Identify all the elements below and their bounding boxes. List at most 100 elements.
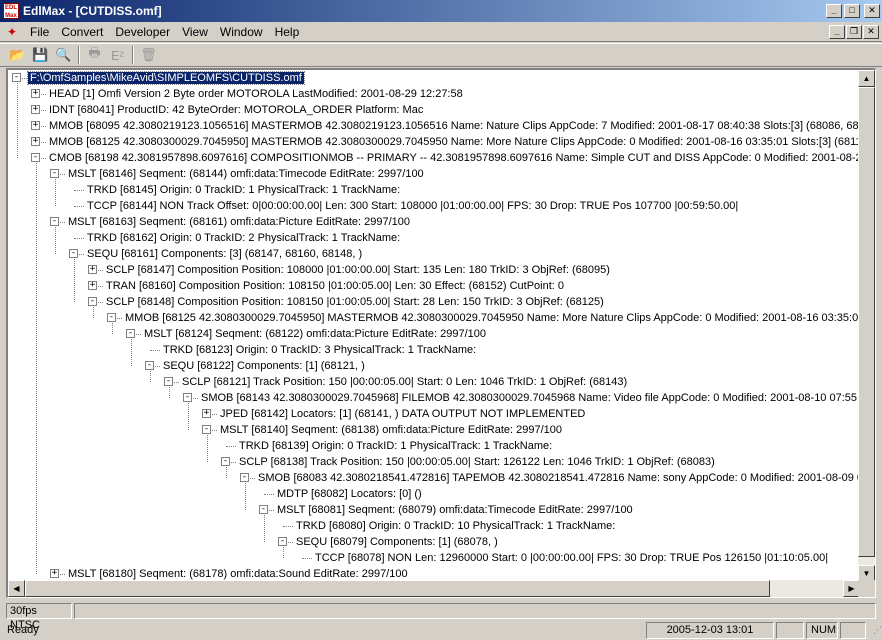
tree-node[interactable]: SEQU [68122] Components: [1] (68121, ) xyxy=(161,358,367,374)
horizontal-scroll-thumb[interactable] xyxy=(25,580,770,597)
preview-icon[interactable]: 🔍 xyxy=(52,44,75,66)
scroll-up-button[interactable]: ▲ xyxy=(858,70,875,87)
horizontal-scrollbar[interactable]: ◀ ▶ xyxy=(8,580,860,597)
tree-node-label: TRAN [68160] Composition Position: 10815… xyxy=(106,280,565,292)
tree-node[interactable]: TRKD [68139] Origin: 0 TrackID: 1 Physic… xyxy=(237,438,554,454)
tree-connector xyxy=(36,163,37,574)
menu-window[interactable]: Window xyxy=(214,23,269,41)
save-icon[interactable]: 💾 xyxy=(29,44,52,66)
toolbar-separator xyxy=(132,46,134,64)
tree-node[interactable]: SMOB [68083 42.3080218541.472816] TAPEMO… xyxy=(256,470,860,486)
tree-node[interactable]: SCLP [68121] Track Position: 150 |00:00:… xyxy=(180,374,629,390)
menu-items: File Convert Developer View Window Help xyxy=(24,23,305,41)
document-icon[interactable]: ✦ xyxy=(4,24,20,40)
collapse-icon[interactable]: - xyxy=(107,313,116,322)
collapse-icon[interactable]: - xyxy=(221,457,230,466)
collapse-icon[interactable]: - xyxy=(126,329,135,338)
tree-node[interactable]: TRAN [68160] Composition Position: 10815… xyxy=(104,278,566,294)
mdi-minimize-button[interactable]: _ xyxy=(829,24,845,39)
tree-node[interactable]: SCLP [68138] Track Position: 150 |00:00:… xyxy=(237,454,717,470)
tree-node[interactable]: MMOB [68095 42.3080219123.1056516] MASTE… xyxy=(47,118,860,134)
collapse-icon[interactable]: - xyxy=(69,249,78,258)
tree-node[interactable]: CMOB [68198 42.3081957898.6097616] COMPO… xyxy=(47,150,860,166)
menu-view[interactable]: View xyxy=(176,23,214,41)
menu-file[interactable]: File xyxy=(24,23,55,41)
mdi-restore-button[interactable]: ❐ xyxy=(846,24,862,39)
mdi-close-button[interactable]: ✕ xyxy=(863,24,879,39)
tree-node[interactable]: TRKD [68162] Origin: 0 TrackID: 2 Physic… xyxy=(85,230,402,246)
omf-tree[interactable]: - F:\OmfSamples\MikeAvid\SIMPLEOMFS\CUTDI… xyxy=(8,70,860,582)
tree-connector xyxy=(55,179,56,206)
tree-node[interactable]: MMOB [68125 42.3080300029.7045950] MASTE… xyxy=(47,134,860,150)
tree-node[interactable]: IDNT [68041] ProductID: 42 ByteOrder: MO… xyxy=(47,102,425,118)
print-icon[interactable]: 🖶 xyxy=(83,44,106,66)
expand-icon[interactable]: + xyxy=(31,137,40,146)
tree-node-label: CMOB [68198 42.3081957898.6097616] COMPO… xyxy=(49,152,860,164)
menu-developer[interactable]: Developer xyxy=(109,23,176,41)
trash-icon[interactable]: 🗑 xyxy=(137,44,160,66)
tree-node-label: SEQU [68122] Components: [1] (68121, ) xyxy=(163,360,365,372)
tree-node[interactable]: SEQU [68079] Components: [1] (68078, ) xyxy=(294,534,500,550)
tree-connector xyxy=(302,558,312,559)
tree-node[interactable]: MSLT [68140] Seqment: (68138) omfi:data:… xyxy=(218,422,564,438)
tree-node[interactable]: TRKD [68123] Origin: 0 TrackID: 3 Physic… xyxy=(161,342,478,358)
scroll-left-button[interactable]: ◀ xyxy=(8,580,25,597)
tree-node[interactable]: TCCP [68078] NON Len: 12960000 Start: 0 … xyxy=(313,550,830,566)
tree-node[interactable]: SCLP [68147] Composition Position: 10800… xyxy=(104,262,612,278)
open-icon[interactable]: 📂 xyxy=(6,44,29,66)
tree-node[interactable]: F:\OmfSamples\MikeAvid\SIMPLEOMFS\CUTDIS… xyxy=(27,70,305,86)
tree-node[interactable]: MMOB [68125 42.3080300029.7045950] MASTE… xyxy=(123,310,860,326)
collapse-icon[interactable]: - xyxy=(50,169,59,178)
expand-icon[interactable]: + xyxy=(31,89,40,98)
tree-node[interactable]: MSLT [68124] Seqment: (68122) omfi:data:… xyxy=(142,326,488,342)
collapse-icon[interactable]: - xyxy=(240,473,249,482)
minimize-button[interactable]: _ xyxy=(826,4,842,18)
window-title: EdlMax - [CUTDISS.omf] xyxy=(23,4,162,18)
resize-grip[interactable]: ⋰ xyxy=(868,623,882,637)
collapse-icon[interactable]: - xyxy=(31,153,40,162)
collapse-icon[interactable]: - xyxy=(12,73,21,82)
collapse-icon[interactable]: - xyxy=(183,393,192,402)
tree-node[interactable]: TRKD [68145] Origin: 0 TrackID: 1 Physic… xyxy=(85,182,402,198)
menu-convert[interactable]: Convert xyxy=(55,23,109,41)
expand-icon[interactable]: + xyxy=(31,121,40,130)
collapse-icon[interactable]: - xyxy=(164,377,173,386)
maximize-button[interactable]: □ xyxy=(844,4,860,18)
tree-connector xyxy=(17,83,18,158)
expand-icon[interactable]: + xyxy=(202,409,211,418)
tree-node[interactable]: SCLP [68148] Composition Position: 10815… xyxy=(104,294,606,310)
tree-node[interactable]: MSLT [68081] Seqment: (68079) omfi:data:… xyxy=(275,502,635,518)
collapse-icon[interactable]: - xyxy=(50,217,59,226)
collapse-icon[interactable]: - xyxy=(202,425,211,434)
tree-node[interactable]: MSLT [68163] Seqment: (68161) omfi:data:… xyxy=(66,214,412,230)
edlmax-icon[interactable]: E² xyxy=(106,44,129,66)
tree-view-panel: - F:\OmfSamples\MikeAvid\SIMPLEOMFS\CUTDI… xyxy=(6,68,876,598)
tree-node-label: SMOB [68083 42.3080218541.472816] TAPEMO… xyxy=(258,472,860,484)
tree-node-label: TRKD [68162] Origin: 0 TrackID: 2 Physic… xyxy=(87,232,401,244)
vertical-scroll-thumb[interactable] xyxy=(858,87,875,557)
collapse-icon[interactable]: - xyxy=(88,297,97,306)
status-datetime: 2005-12-03 13:01 xyxy=(646,621,774,639)
expand-icon[interactable]: + xyxy=(88,281,97,290)
collapse-icon[interactable]: - xyxy=(145,361,154,370)
collapse-icon[interactable]: - xyxy=(259,505,268,514)
title-bar[interactable]: EDL Max EdlMax - [CUTDISS.omf] _ □ ✕ xyxy=(0,0,882,22)
tree-node[interactable]: TRKD [68080] Origin: 0 TrackID: 10 Physi… xyxy=(294,518,617,534)
close-button[interactable]: ✕ xyxy=(864,4,880,18)
menu-help[interactable]: Help xyxy=(269,23,306,41)
expand-icon[interactable]: + xyxy=(50,569,59,578)
expand-icon[interactable]: + xyxy=(31,105,40,114)
expand-icon[interactable]: + xyxy=(88,265,97,274)
frame-rate-indicator: 30fps NTSC xyxy=(6,602,72,631)
vertical-scrollbar[interactable]: ▲ ▼ xyxy=(858,70,875,582)
tree-node[interactable]: JPED [68142] Locators: [1] (68141, ) DAT… xyxy=(218,406,587,422)
tree-node[interactable]: TCCP [68144] NON Track Offset: 0|00:00:0… xyxy=(85,198,740,214)
tree-node[interactable]: SEQU [68161] Components: [3] (68147, 681… xyxy=(85,246,364,262)
tree-node[interactable]: SMOB [68143 42.3080300029.7045968] FILEM… xyxy=(199,390,860,406)
tree-node[interactable]: MDTP [68082] Locators: [0] () xyxy=(275,486,424,502)
tree-node[interactable]: MSLT [68146] Seqment: (68144) omfi:data:… xyxy=(66,166,426,182)
edlmax-app-icon[interactable]: EDL Max xyxy=(3,3,19,19)
tree-node-label: MSLT [68146] Seqment: (68144) omfi:data:… xyxy=(68,168,424,180)
collapse-icon[interactable]: - xyxy=(278,537,287,546)
tree-node[interactable]: HEAD [1] Omfi Version 2 Byte order MOTOR… xyxy=(47,86,465,102)
